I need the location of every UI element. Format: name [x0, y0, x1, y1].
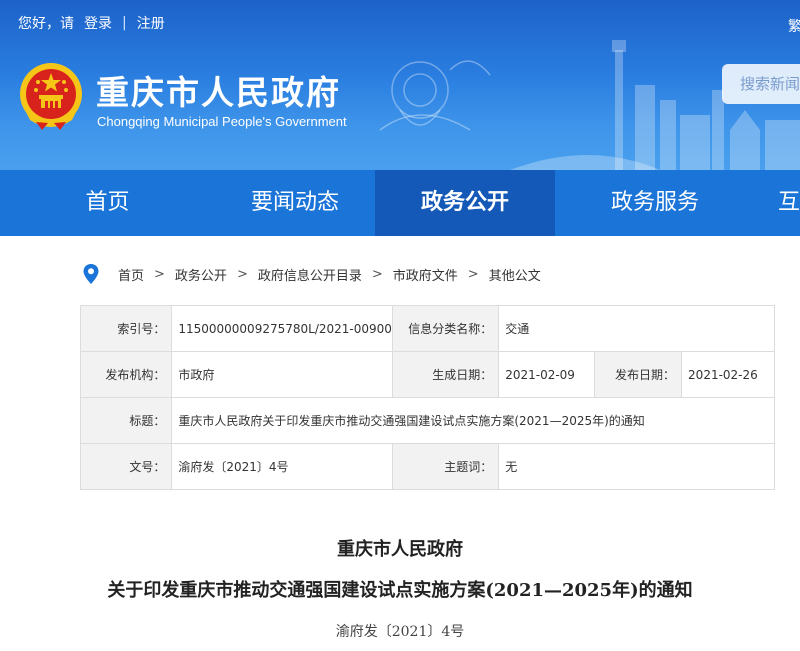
search-input[interactable]: 搜索新闻 — [722, 64, 800, 104]
table-row: 索引号： 11500000009275780L/2021-00900 信息分类名… — [79, 305, 775, 352]
login-link[interactable]: 登录 — [84, 13, 112, 33]
category-value: 交通 — [498, 305, 775, 352]
breadcrumb-municipal-documents[interactable]: 市政府文件 — [393, 265, 458, 284]
breadcrumb-arrow: > — [467, 266, 479, 282]
category-label: 信息分类名称： — [391, 305, 500, 352]
breadcrumb-government-affairs-open[interactable]: 政务公开 — [175, 265, 227, 284]
table-row: 标题： 重庆市人民政府关于印发重庆市推动交通强国建设试点实施方案(2021—20… — [79, 397, 775, 444]
document-number: 渝府发〔2021〕4号 — [335, 624, 465, 640]
nav-item-government-services[interactable]: 政务服务 — [555, 170, 755, 236]
greeting-text: 您好，请 — [18, 16, 74, 32]
login-separator: | — [122, 15, 127, 31]
subject-label: 主题词： — [391, 443, 500, 490]
breadcrumb-arrow: > — [154, 266, 165, 282]
site-header: 您好，请 登录 | 注册 重庆市人民政府 Chongqing Municipal… — [0, 0, 800, 170]
title-label: 标题： — [79, 397, 173, 444]
index-label: 索引号： — [79, 305, 173, 352]
breadcrumb-arrow: > — [371, 266, 383, 282]
nav-item-interaction[interactable]: 互 — [755, 170, 800, 236]
site-title[interactable]: 重庆市人民政府 — [96, 66, 341, 114]
document-info-table: 索引号： 11500000009275780L/2021-00900 信息分类名… — [79, 305, 775, 490]
nav-item-government-affairs-open[interactable]: 政务公开 — [375, 170, 555, 236]
title-value: 重庆市人民政府关于印发重庆市推动交通强国建设试点实施方案(2021—2025年)… — [171, 397, 775, 444]
published-date-value: 2021-02-26 — [681, 351, 775, 398]
index-value: 11500000009275780L/2021-00900 — [171, 305, 393, 352]
main-nav: 首页 要闻动态 政务公开 政务服务 互 — [0, 170, 800, 236]
document-title: 关于印发重庆市推动交通强国建设试点实施方案(2021—2025年)的通知 — [107, 580, 693, 601]
breadcrumb-info-catalog[interactable]: 政府信息公开目录 — [258, 265, 362, 284]
breadcrumb: 首页 > 政务公开 > 政府信息公开目录 > 市政府文件 > 其他公文 — [82, 262, 541, 286]
location-pin-icon — [83, 264, 99, 284]
breadcrumb-other-documents[interactable]: 其他公文 — [489, 265, 541, 284]
login-bar: 您好，请 登录 | 注册 — [18, 12, 165, 34]
document-issuer: 重庆市人民政府 — [337, 539, 463, 560]
national-emblem-icon[interactable] — [16, 60, 86, 132]
published-date-label: 发布日期： — [593, 351, 683, 398]
publisher-value: 市政府 — [171, 351, 393, 398]
document-number-value: 渝府发〔2021〕4号 — [171, 443, 393, 490]
subject-value: 无 — [498, 443, 775, 490]
created-date-value: 2021-02-09 — [498, 351, 595, 398]
created-date-label: 生成日期： — [391, 351, 500, 398]
site-subtitle: Chongqing Municipal People's Government — [97, 114, 347, 129]
publisher-label: 发布机构： — [79, 351, 173, 398]
traditional-chinese-link[interactable]: 繁 — [788, 16, 800, 36]
table-row: 发布机构： 市政府 生成日期： 2021-02-09 发布日期： 2021-02… — [79, 351, 775, 398]
table-row: 文号： 渝府发〔2021〕4号 主题词： 无 — [79, 443, 775, 490]
register-link[interactable]: 注册 — [137, 13, 165, 33]
nav-item-home[interactable]: 首页 — [0, 170, 215, 236]
document-number-label: 文号： — [79, 443, 173, 490]
breadcrumb-home[interactable]: 首页 — [118, 265, 144, 284]
nav-item-news[interactable]: 要闻动态 — [215, 170, 375, 236]
breadcrumb-arrow: > — [236, 266, 248, 282]
